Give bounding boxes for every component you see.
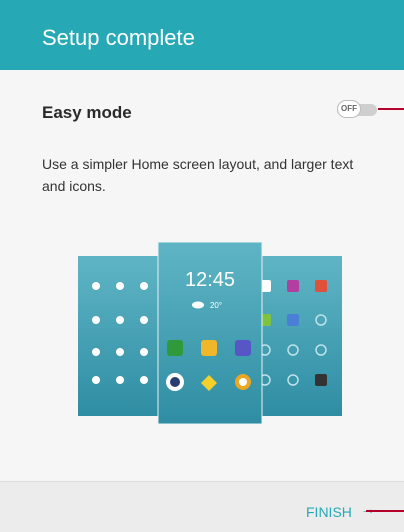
easy-mode-description: Use a simpler Home screen layout, and la…	[42, 156, 354, 194]
callout-line-toggle	[378, 108, 404, 110]
finish-button[interactable]: FINISH	[306, 504, 352, 520]
page-title: Setup complete	[42, 25, 195, 50]
easy-mode-label: Easy mode	[42, 103, 132, 122]
clock-text: 12:45	[185, 269, 235, 291]
right-screen	[254, 256, 342, 416]
easy-mode-toggle[interactable]: OFF	[337, 100, 377, 118]
toggle-state-label: OFF	[341, 104, 357, 113]
weather-text: 20°	[210, 301, 222, 310]
left-screen	[78, 256, 166, 416]
callout-line-finish	[366, 510, 404, 512]
center-screen: 12:45 20°	[157, 242, 263, 424]
toggle-knob: OFF	[337, 100, 361, 118]
header-bar: Setup complete	[0, 0, 404, 70]
home-screen-illustration: 12:45 20°	[78, 242, 342, 424]
